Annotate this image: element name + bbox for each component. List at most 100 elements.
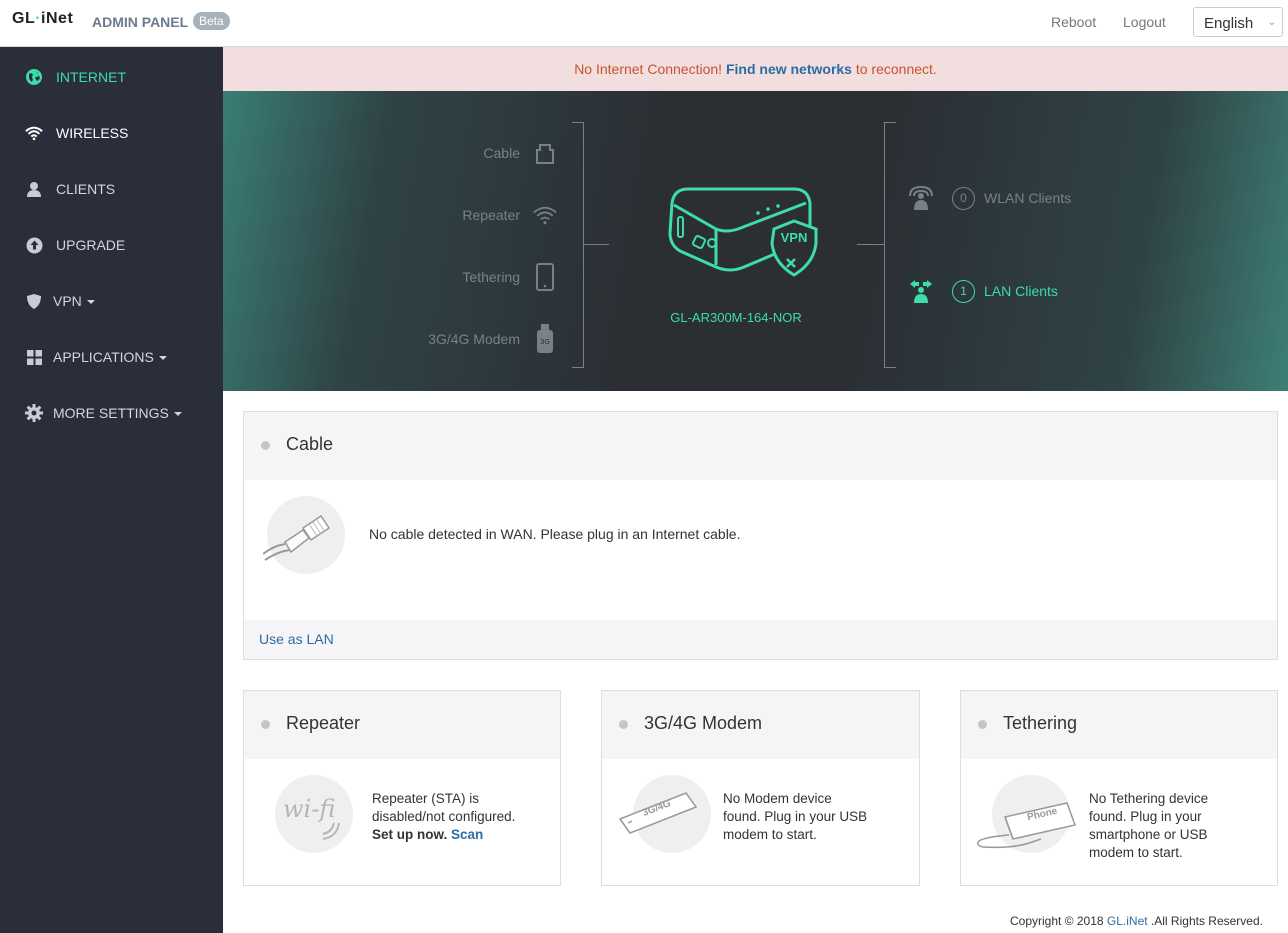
user-icon bbox=[25, 180, 43, 198]
ethernet-cable-illustration bbox=[263, 496, 345, 574]
network-status-hero: Cable Repeater Tethering 3G/4G Modem 3G … bbox=[223, 91, 1288, 391]
wlan-client-count: 0 bbox=[952, 186, 975, 210]
wifi-icon[interactable] bbox=[533, 200, 557, 230]
modem-message: No Modem device found. Plug in your USB … bbox=[723, 790, 908, 844]
repeater-message-line: disabled/not configured. bbox=[372, 809, 516, 824]
alert-text-suffix: to reconnect. bbox=[851, 61, 937, 77]
repeater-message: Repeater (STA) is disabled/not configure… bbox=[372, 790, 552, 844]
device-name: GL-AR300M-164-NOR bbox=[670, 310, 802, 325]
language-select[interactable]: English ⌄ bbox=[1193, 7, 1283, 37]
admin-panel-title: ADMIN PANEL bbox=[92, 14, 189, 30]
caret-down-icon bbox=[158, 356, 167, 361]
router-icon[interactable]: VPN bbox=[666, 183, 820, 281]
repeater-message-line: Repeater (STA) is bbox=[372, 791, 480, 806]
sidebar-item-vpn[interactable]: VPN bbox=[0, 273, 223, 329]
sidebar-item-label: VPN bbox=[53, 293, 82, 309]
wifi-logo-icon: wi-fi bbox=[283, 795, 336, 823]
smartphone-icon[interactable] bbox=[533, 262, 557, 292]
modem-panel: 3G/4G Modem 3G/4G No Modem device found.… bbox=[601, 690, 920, 886]
clients-connector-line bbox=[857, 244, 884, 245]
lan-client-icon bbox=[906, 276, 936, 306]
tethering-panel: Tethering Phone No Tethering device foun… bbox=[960, 690, 1278, 886]
gl-inet-logo[interactable]: GL·iNet bbox=[12, 10, 73, 28]
gear-icon bbox=[25, 404, 43, 422]
find-networks-link[interactable]: Find new networks bbox=[726, 61, 852, 77]
ethernet-port-icon[interactable] bbox=[533, 138, 557, 168]
usb-stick-icon: 3G/4G bbox=[616, 789, 700, 835]
sources-bracket bbox=[572, 122, 584, 368]
sidebar-item-label-applications: APPLICATIONS bbox=[53, 349, 167, 365]
sources-connector-line bbox=[584, 244, 609, 245]
sidebar-item-clients[interactable]: CLIENTS bbox=[0, 161, 223, 217]
alert-text-prefix: No Internet Connection! bbox=[574, 61, 726, 77]
modem-message-line: modem to start. bbox=[723, 827, 817, 842]
panel-header: Cable bbox=[244, 412, 1277, 480]
tethering-message-line: smartphone or USB bbox=[1089, 827, 1208, 842]
sidebar-item-internet[interactable]: INTERNET bbox=[0, 49, 223, 105]
wifi-icon bbox=[25, 124, 43, 142]
sidebar-item-label: INTERNET bbox=[56, 69, 126, 85]
panel-header: Tethering bbox=[961, 691, 1277, 759]
tethering-message: No Tethering device found. Plug in your … bbox=[1089, 790, 1269, 862]
source-label-modem[interactable]: 3G/4G Modem bbox=[428, 331, 520, 347]
tethering-message-line: No Tethering device bbox=[1089, 791, 1209, 806]
source-label-cable[interactable]: Cable bbox=[483, 145, 520, 161]
cable-message: No cable detected in WAN. Please plug in… bbox=[369, 526, 741, 542]
panel-footer: Use as LAN bbox=[244, 620, 1277, 659]
phone-cable-icon: Phone bbox=[975, 795, 1085, 851]
panel-title: Repeater bbox=[286, 713, 361, 733]
status-dot bbox=[261, 720, 270, 729]
beta-badge: Beta bbox=[193, 12, 230, 30]
wifi-illustration: wi-fi bbox=[275, 775, 353, 853]
logo-text-inet: iNet bbox=[41, 10, 74, 27]
no-internet-alert: No Internet Connection! Find new network… bbox=[223, 47, 1288, 91]
wlan-clients-row[interactable]: 0 WLAN Clients bbox=[906, 183, 1071, 213]
setup-now-text: Set up now. bbox=[372, 827, 448, 842]
sidebar-item-label: CLIENTS bbox=[56, 181, 116, 197]
usb-modem-icon[interactable]: 3G bbox=[533, 324, 557, 354]
scan-link[interactable]: Scan bbox=[451, 827, 483, 842]
status-dot bbox=[261, 441, 270, 450]
lan-clients-row[interactable]: 1 LAN Clients bbox=[906, 276, 1058, 306]
repeater-setup-line: Set up now. Scan bbox=[372, 826, 552, 844]
wlan-clients-label: WLAN Clients bbox=[984, 190, 1072, 206]
sidebar: INTERNET WIRELESS CLIENTS UPGRADE VPN AP… bbox=[0, 47, 223, 933]
wireless-client-icon bbox=[906, 183, 936, 213]
reboot-link[interactable]: Reboot bbox=[1051, 14, 1096, 30]
upload-icon bbox=[25, 236, 43, 254]
copyright-prefix: Copyright © 2018 bbox=[1010, 914, 1107, 928]
glinet-link[interactable]: GL.iNet bbox=[1107, 914, 1148, 928]
cable-panel: Cable No cable detected in WAN. Please p… bbox=[243, 411, 1278, 660]
shield-icon bbox=[25, 292, 43, 310]
svg-text:3G: 3G bbox=[540, 338, 550, 346]
sidebar-item-applications[interactable]: APPLICATIONS bbox=[0, 329, 223, 385]
sidebar-item-label-vpn: VPN bbox=[53, 293, 95, 309]
clients-bracket bbox=[884, 122, 896, 368]
sidebar-item-label: APPLICATIONS bbox=[53, 349, 154, 365]
top-bar: GL·iNet ADMIN PANEL Beta Reboot Logout E… bbox=[0, 0, 1288, 47]
source-label-repeater[interactable]: Repeater bbox=[462, 207, 520, 223]
grid-icon bbox=[25, 348, 43, 366]
sidebar-item-label: MORE SETTINGS bbox=[53, 405, 169, 421]
language-value: English bbox=[1204, 15, 1254, 32]
use-as-lan-link[interactable]: Use as LAN bbox=[259, 631, 334, 647]
status-dot bbox=[978, 720, 987, 729]
panel-header: Repeater bbox=[244, 691, 560, 759]
sidebar-item-upgrade[interactable]: UPGRADE bbox=[0, 217, 223, 273]
caret-down-icon bbox=[86, 300, 95, 305]
sidebar-item-label-more-settings: MORE SETTINGS bbox=[53, 405, 182, 421]
sidebar-item-more-settings[interactable]: MORE SETTINGS bbox=[0, 385, 223, 441]
sidebar-item-label: WIRELESS bbox=[56, 125, 129, 141]
panel-title: Tethering bbox=[1003, 713, 1078, 733]
source-label-tethering[interactable]: Tethering bbox=[462, 269, 520, 285]
status-dot bbox=[619, 720, 628, 729]
lan-client-count: 1 bbox=[952, 279, 975, 303]
copyright-suffix: .All Rights Reserved. bbox=[1147, 914, 1263, 928]
lan-clients-label: LAN Clients bbox=[984, 283, 1058, 299]
modem-message-line: No Modem device bbox=[723, 791, 832, 806]
sidebar-item-wireless[interactable]: WIRELESS bbox=[0, 105, 223, 161]
globe-icon bbox=[25, 68, 43, 86]
tethering-message-line: modem to start. bbox=[1089, 845, 1183, 860]
sidebar-item-label: UPGRADE bbox=[56, 237, 126, 253]
logout-link[interactable]: Logout bbox=[1123, 14, 1166, 30]
